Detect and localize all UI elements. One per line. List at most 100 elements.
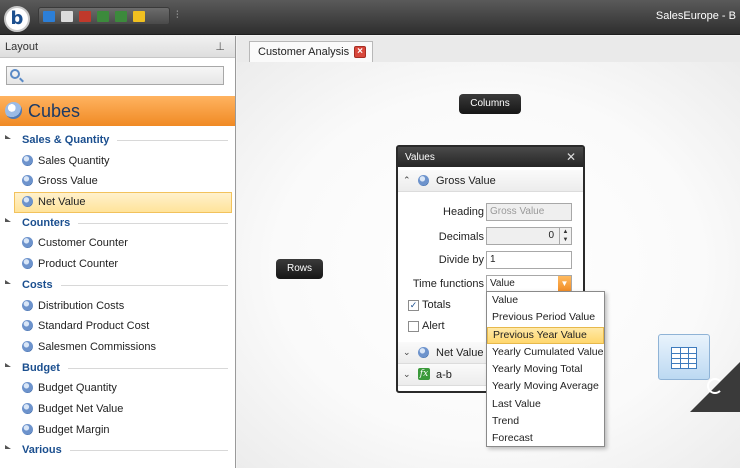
chevron-down-icon[interactable]: ⌄ [403,347,411,358]
dropdown-option[interactable]: Last Value [487,396,604,413]
totals-label: Totals [422,299,451,311]
decimals-stepper[interactable]: 0 ▲ ▼ [486,227,572,245]
expand-arrow-icon[interactable] [5,362,11,367]
stepper-arrows-icon[interactable]: ▲ ▼ [559,228,571,244]
tree-item-label: Standard Product Cost [38,320,150,333]
tree-item-label: Gross Value [38,175,98,188]
table-widget[interactable] [658,334,710,380]
table-icon [671,347,697,369]
customize-toolbar-icon[interactable]: ⫶ [176,10,179,21]
cube-icon [22,320,33,332]
dropdown-option[interactable]: Previous Period Value [487,309,604,326]
tree-group-label: Budget [22,361,60,374]
tree-item[interactable]: Salesmen Commissions [0,337,235,358]
dropdown-option[interactable]: Yearly Moving Total [487,361,604,378]
group-divider [61,284,228,286]
dropdown-option[interactable]: Value [487,292,604,309]
tree-group[interactable]: Budget [0,358,235,379]
divide-by-value: 1 [490,254,496,265]
app-logo-icon[interactable]: b [4,6,30,32]
chevron-up-icon[interactable]: ⌃ [403,175,411,186]
tree-item[interactable]: Budget Net Value [0,399,235,420]
tree-item[interactable]: Sales Quantity [0,151,235,172]
tree-item-label: Budget Net Value [38,402,124,415]
cube-icon [22,340,33,352]
dropdown-arrow-icon[interactable]: ▼ [558,276,571,292]
tree-group[interactable]: Costs [0,275,235,296]
chart-icon[interactable] [79,11,91,22]
layout-panel-header: Layout ⊥ [0,36,235,58]
tree-item-label: Salesmen Commissions [38,340,156,353]
heading-field[interactable]: Gross Value [486,203,572,221]
cubes-label: Cubes [28,101,81,121]
cubes-header[interactable]: Cubes [0,96,235,126]
section-label: a-b [436,369,452,381]
document-tabstrip: Customer Analysis × [237,36,740,62]
values-dialog-header: Values ✕ [398,147,583,167]
tree-item[interactable]: Standard Product Cost [0,316,235,337]
dropdown-option[interactable]: Forecast [487,430,604,447]
totals-checkbox[interactable]: ✓ [408,300,419,311]
cube-icon [22,237,33,249]
tree-group-label: Sales & Quantity [22,134,110,146]
gauge-icon[interactable] [115,11,127,22]
kpi-icon[interactable] [133,11,145,22]
cube-icon [418,347,429,358]
section-label: Net Value [436,347,484,359]
expand-arrow-icon[interactable] [5,445,11,450]
layout-panel: Layout ⊥ Cubes Sales & Quantity Sales Qua… [0,36,236,468]
tree-item[interactable]: Net Value [14,192,232,213]
divide-by-field[interactable]: 1 [486,251,572,269]
tree-item[interactable]: Budget Margin [0,420,235,441]
cube-icon [22,175,33,187]
search-input[interactable] [6,66,224,85]
heading-value: Gross Value [490,206,545,217]
tree-item-label: Customer Counter [38,237,128,250]
expand-arrow-icon[interactable] [5,217,11,222]
tree-item-label: Product Counter [38,258,119,271]
cube-icon [22,299,33,311]
dropdown-option[interactable]: Trend [487,413,604,430]
cubes-icon [5,102,22,119]
cube-icon [418,175,429,186]
chevron-down-icon[interactable]: ⌄ [403,369,411,380]
tree-item[interactable]: Product Counter [0,254,235,275]
tree-group[interactable]: Sales & Quantity [0,130,235,151]
dropdown-option[interactable]: Previous Year Value [487,326,604,344]
tab-customer-analysis[interactable]: Customer Analysis × [249,41,373,62]
columns-drop-zone[interactable]: Columns [459,94,521,114]
section-label: Gross Value [436,175,496,187]
tree-group[interactable]: Counters [0,213,235,234]
tree-group-label: Costs [22,278,53,291]
group-divider [70,450,228,452]
divide-by-label: Divide by [438,254,484,266]
title-bar: b ⫶ SalesEurope - B [0,0,740,35]
pin-icon[interactable]: ⊥ [215,40,225,53]
value-section-gross-value[interactable]: ⌃ Gross Value [398,170,583,192]
tree-item-label: Budget Margin [38,423,110,436]
dropdown-option[interactable]: Yearly Cumulated Value [487,344,604,361]
refresh-icon[interactable] [707,378,723,394]
quick-access-toolbar [38,7,170,25]
close-icon[interactable]: ✕ [566,150,576,164]
time-functions-value: Value [490,278,515,289]
alert-checkbox[interactable] [408,321,419,332]
save-icon[interactable] [43,11,55,22]
dropdown-option[interactable]: Yearly Moving Average [487,378,604,395]
cube-icon [22,402,33,414]
tree-item[interactable]: Distribution Costs [0,296,235,317]
table-icon[interactable] [61,11,73,22]
rows-drop-zone[interactable]: Rows [276,259,323,279]
cube-icon [22,423,33,435]
expand-arrow-icon[interactable] [5,279,11,284]
tree-item[interactable]: Budget Quantity [0,378,235,399]
values-dialog-title: Values [405,152,435,163]
close-tab-icon[interactable]: × [354,46,366,58]
tree-item[interactable]: Customer Counter [0,233,235,254]
window-title: SalesEurope - B [655,10,736,22]
tree-item[interactable]: Gross Value [0,171,235,192]
expand-arrow-icon[interactable] [5,135,11,139]
map-icon[interactable] [97,11,109,22]
tree-group[interactable]: Various [0,440,235,461]
time-functions-label: Time functions [412,278,484,290]
